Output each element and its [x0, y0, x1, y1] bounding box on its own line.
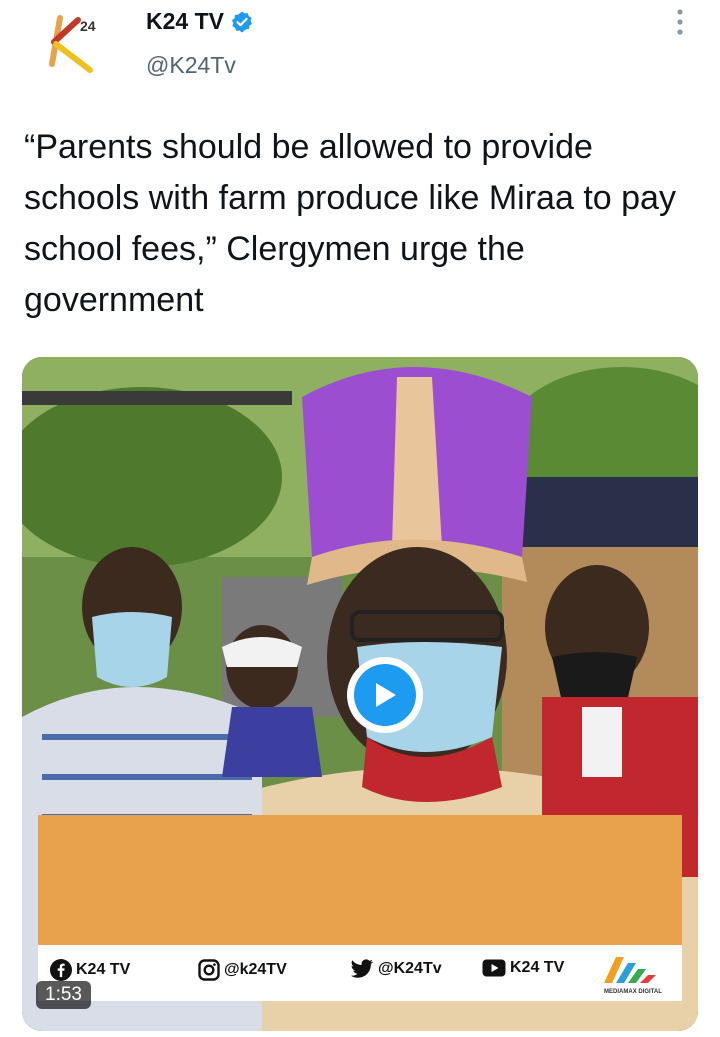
- video-duration: 1:53: [36, 981, 91, 1009]
- play-button[interactable]: [347, 657, 423, 733]
- mediamax-logo: MEDIAMAX DIGITAL: [598, 949, 668, 995]
- mediamax-logo-icon: [604, 957, 656, 983]
- twitter-bird-icon: [350, 959, 374, 978]
- twitter-label: @K24Tv: [378, 960, 442, 977]
- k24-logo-icon: [49, 15, 93, 73]
- play-icon: [376, 683, 396, 707]
- account-avatar[interactable]: 24: [32, 4, 112, 84]
- instagram-label: @k24TV: [224, 961, 287, 978]
- youtube-label: K24 TV: [510, 959, 565, 976]
- play-icon-circle: [354, 664, 416, 726]
- verified-badge-icon: [231, 11, 252, 32]
- social-bar: K24 TV @k24TV @K24Tv K24 TV MEDIAMAX DIG…: [38, 945, 682, 1001]
- account-handle[interactable]: @K24Tv: [146, 52, 236, 79]
- tweet-text: “Parents should be allowed to provide sc…: [24, 128, 676, 319]
- facebook-icon: [50, 959, 72, 981]
- more-options-icon[interactable]: [666, 6, 694, 38]
- instagram-item: @k24TV: [198, 959, 287, 981]
- mediamax-label: MEDIAMAX DIGITAL: [604, 989, 662, 995]
- account-name[interactable]: K24 TV: [146, 8, 224, 35]
- twitter-item: @K24Tv: [350, 959, 442, 979]
- instagram-icon: [198, 959, 220, 981]
- facebook-label: K24 TV: [76, 961, 131, 978]
- youtube-icon: [482, 959, 506, 977]
- tweet-header: 24 K24 TV @K24Tv: [0, 0, 720, 110]
- name-row: K24 TV: [146, 8, 254, 35]
- video-player[interactable]: K24 TV @k24TV @K24Tv K24 TV MEDIAMAX DIG…: [22, 357, 698, 1031]
- youtube-item: K24 TV: [482, 959, 564, 977]
- facebook-item: K24 TV: [50, 959, 130, 981]
- logo-number: 24: [80, 18, 96, 34]
- redaction-banner: [38, 815, 682, 945]
